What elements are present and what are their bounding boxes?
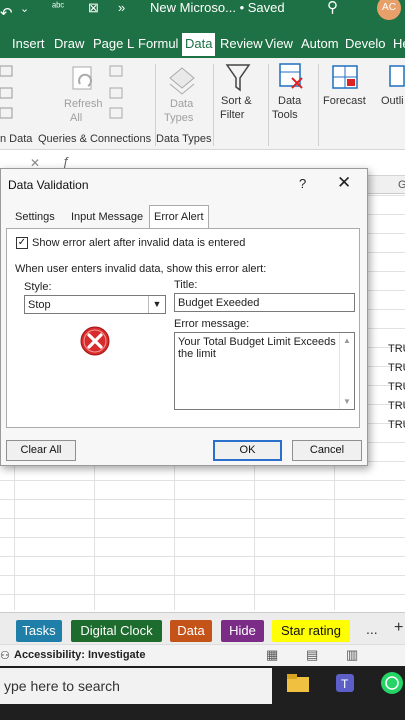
style-value: Stop xyxy=(28,299,51,311)
tab-data[interactable]: Data xyxy=(182,33,216,58)
sort-filter-sub-label[interactable]: Filter xyxy=(220,109,244,121)
svg-text:T: T xyxy=(341,677,349,691)
tab-settings[interactable]: Settings xyxy=(11,208,59,228)
data-tools-label[interactable]: Data xyxy=(278,95,301,107)
document-title: New Microso... • Saved xyxy=(150,0,285,15)
group-get-data-label: n Data xyxy=(0,133,33,145)
show-alert-label[interactable]: Show error alert after invalid data is e… xyxy=(32,237,245,249)
undo-icon[interactable]: ↶ xyxy=(0,4,13,22)
page-layout-icon[interactable]: ▤ xyxy=(306,647,318,663)
close-button[interactable]: ✕ xyxy=(337,173,351,193)
style-select[interactable]: Stop ▼ xyxy=(24,295,166,314)
sheet-tabs-bar: Tasks Digital Clock Data Hide Star ratin… xyxy=(0,612,405,644)
data-types-sub-label: Types xyxy=(164,112,194,124)
queries-icons[interactable] xyxy=(108,64,126,124)
error-message-text: Your Total Budget Limit Exceeds the limi… xyxy=(178,336,336,360)
whatsapp-icon[interactable] xyxy=(379,670,405,696)
outline-icon[interactable] xyxy=(388,64,405,92)
title-label: Title: xyxy=(174,279,198,291)
scroll-down-icon[interactable]: ▼ xyxy=(343,396,351,408)
more-sheets-icon[interactable]: ... xyxy=(366,621,378,637)
title-bar: ↶ ⌄ ᵃᵇᶜ ⊠ » New Microso... • Saved ⚲ AC xyxy=(0,0,405,30)
function-icon[interactable]: ƒ xyxy=(62,154,69,169)
dropdown-icon[interactable]: ⌄ xyxy=(20,2,29,15)
tab-error-alert[interactable]: Error Alert xyxy=(149,205,209,229)
sheet-tab-data[interactable]: Data xyxy=(170,620,212,642)
clear-all-button[interactable]: Clear All xyxy=(6,440,76,461)
sort-filter-label[interactable]: Sort & xyxy=(221,95,252,107)
cell-value[interactable]: TRU xyxy=(388,419,405,431)
ok-button[interactable]: OK xyxy=(213,440,282,461)
get-data-icon[interactable] xyxy=(0,64,18,124)
taskbar: ype here to search T xyxy=(0,666,405,720)
search-icon[interactable]: ⚲ xyxy=(327,0,338,16)
file-explorer-icon[interactable] xyxy=(286,672,310,694)
status-bar: ⚇ Accessibility: Investigate ▦ ▤ ▥ xyxy=(0,644,405,666)
tab-help[interactable]: He xyxy=(393,36,405,51)
more-commands-icon[interactable]: » xyxy=(118,0,125,15)
add-sheet-icon[interactable]: + xyxy=(394,619,403,637)
data-types-label: Data xyxy=(170,98,194,110)
ribbon-data: Refresh All Data Types Sort & Filter Dat… xyxy=(0,58,405,150)
data-types-icon[interactable] xyxy=(166,64,198,96)
avatar[interactable]: AC xyxy=(377,0,401,20)
cell-value[interactable]: TRU xyxy=(388,362,405,374)
group-queries-label: Queries & Connections xyxy=(38,133,152,145)
sheet-tab-hide[interactable]: Hide xyxy=(221,620,264,642)
scroll-up-icon[interactable]: ▲ xyxy=(343,335,351,347)
taskbar-search[interactable]: ype here to search xyxy=(0,668,272,704)
invalid-data-note: When user enters invalid data, show this… xyxy=(15,263,267,275)
error-message-label: Error message: xyxy=(174,318,250,330)
refresh-all-icon[interactable] xyxy=(70,64,100,94)
ribbon-tabs: Insert Draw Page L Formul Data Review Vi… xyxy=(0,30,405,58)
outline-label[interactable]: Outli xyxy=(381,95,404,107)
normal-view-icon[interactable]: ▦ xyxy=(266,647,278,663)
cell-value[interactable]: TRU xyxy=(388,400,405,412)
forecast-label[interactable]: Forecast xyxy=(323,95,366,107)
sheet-tab-digital-clock[interactable]: Digital Clock xyxy=(71,620,162,642)
chevron-down-icon[interactable]: ▼ xyxy=(148,296,165,313)
sheet-tab-tasks[interactable]: Tasks xyxy=(16,620,62,642)
tab-view[interactable]: View xyxy=(265,36,293,51)
refresh-label: Refresh xyxy=(64,98,103,110)
accessibility-icon: ⚇ xyxy=(0,650,10,662)
tab-page-layout[interactable]: Page L xyxy=(93,36,134,51)
forecast-icon[interactable] xyxy=(331,64,361,92)
accessibility-status[interactable]: Accessibility: Investigate xyxy=(14,649,145,661)
tab-input-message[interactable]: Input Message xyxy=(67,208,147,228)
tab-developer[interactable]: Develo xyxy=(345,36,385,51)
page-break-icon[interactable]: ▥ xyxy=(346,647,358,663)
tab-insert[interactable]: Insert xyxy=(12,36,45,51)
group-data-types-label: Data Types xyxy=(156,133,212,145)
tab-draw[interactable]: Draw xyxy=(54,36,84,51)
cell-value[interactable]: TRU xyxy=(388,343,405,355)
style-label: Style: xyxy=(24,281,52,293)
sheet-tab-star-rating[interactable]: Star rating xyxy=(272,620,350,642)
dialog-title: Data Validation xyxy=(8,178,89,192)
teams-icon[interactable]: T xyxy=(334,670,360,696)
title-input[interactable]: Budget Exeeded xyxy=(174,293,355,312)
error-alert-panel: ✓ Show error alert after invalid data is… xyxy=(6,228,360,428)
help-button[interactable]: ? xyxy=(299,176,306,191)
data-tools-icon[interactable] xyxy=(278,62,306,94)
refresh-sub-label: All xyxy=(70,112,83,124)
form-icon[interactable]: ⊠ xyxy=(88,0,99,16)
tab-automate[interactable]: Autom xyxy=(301,36,339,51)
error-message-input[interactable]: Your Total Budget Limit Exceeds the limi… xyxy=(174,332,355,410)
cancel-button[interactable]: Cancel xyxy=(292,440,362,461)
column-header-g[interactable]: G xyxy=(398,179,405,191)
cell-value[interactable]: TRU xyxy=(388,381,405,393)
stop-error-icon xyxy=(80,326,110,356)
data-validation-dialog: Data Validation ? ✕ Settings Input Messa… xyxy=(0,168,368,466)
tab-formulas[interactable]: Formul xyxy=(138,36,178,51)
spelling-icon[interactable]: ᵃᵇᶜ xyxy=(52,1,64,13)
filter-icon[interactable] xyxy=(225,62,253,96)
show-alert-checkbox[interactable]: ✓ xyxy=(16,237,28,249)
tab-review[interactable]: Review xyxy=(220,36,263,51)
data-tools-sub-label[interactable]: Tools xyxy=(272,109,298,121)
scrollbar[interactable]: ▲ ▼ xyxy=(339,333,354,409)
